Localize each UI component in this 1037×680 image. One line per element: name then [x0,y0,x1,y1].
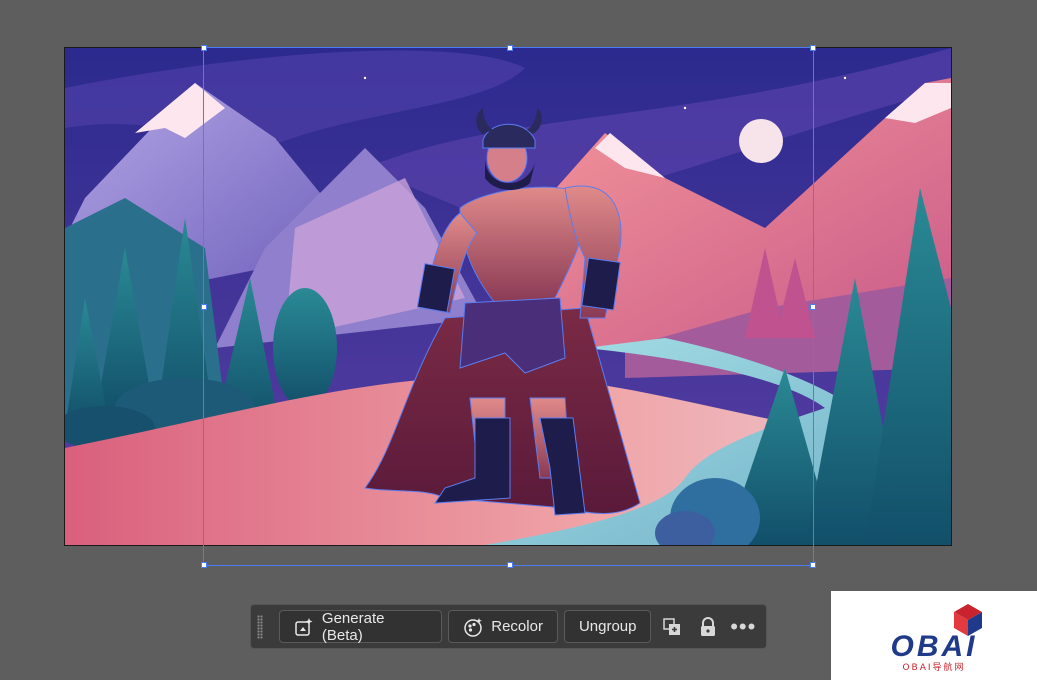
toolbar-drag-handle[interactable] [257,614,263,639]
illustration-canvas [65,48,951,545]
generate-sparkle-icon [295,617,313,636]
watermark-tagline: OBAI导航网 [902,661,965,672]
generate-button[interactable]: Generate (Beta) [278,609,443,644]
watermark-logo: OBAI OBAI导航网 [831,591,1037,680]
resize-handle-top[interactable] [507,45,513,51]
resize-handle-top-right[interactable] [810,45,816,51]
artboard[interactable] [64,47,952,546]
contextual-task-bar: Generate (Beta) Recolor Ungroup ••• [250,604,767,649]
resize-handle-bottom-left[interactable] [201,562,207,568]
resize-handle-bottom-right[interactable] [810,562,816,568]
arrange-button[interactable] [657,612,687,642]
recolor-button[interactable]: Recolor [448,610,558,643]
resize-handle-bottom[interactable] [507,562,513,568]
generate-button-label: Generate (Beta) [321,609,385,644]
ungroup-button[interactable]: Ungroup [563,610,652,643]
resize-handle-top-left[interactable] [201,45,207,51]
recolor-palette-icon [464,617,483,637]
recolor-button-label: Recolor [491,618,543,635]
lock-button[interactable] [693,612,723,642]
resize-handle-right[interactable] [810,304,816,310]
arrange-icon [663,617,681,635]
ungroup-button-label: Ungroup [578,618,637,635]
watermark-brand: OBAI [891,630,978,663]
more-options-button[interactable]: ••• [729,612,759,642]
obai-logo-icon: OBAI OBAI导航网 [891,604,982,672]
resize-handle-left[interactable] [201,304,207,310]
lock-icon [700,616,715,636]
more-icon: ••• [730,613,757,639]
